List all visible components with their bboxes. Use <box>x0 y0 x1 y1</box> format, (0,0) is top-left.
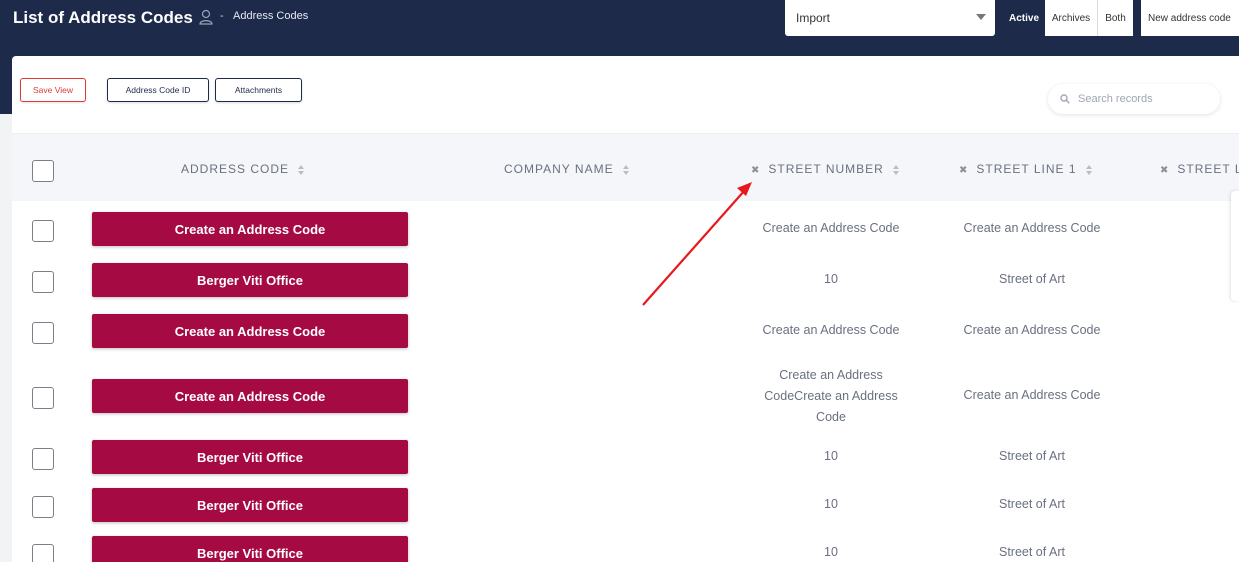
address-code-button[interactable]: Berger Viti Office <box>92 488 408 522</box>
new-address-code-button[interactable]: New address code <box>1141 0 1239 36</box>
column-label: STREET LI <box>1177 162 1239 176</box>
sort-icon[interactable] <box>1085 164 1093 175</box>
street-line-1-cell: Street of Art <box>998 272 1065 286</box>
street-line-1-cell: Street of Art <box>998 545 1065 559</box>
row-checkbox[interactable] <box>32 322 54 344</box>
street-line-1-cell: Create an Address Code <box>963 388 1101 402</box>
address-code-id-button[interactable]: Address Code ID <box>107 78 209 102</box>
filter-archives-button[interactable]: Archives <box>1045 0 1098 36</box>
chevron-down-icon <box>976 14 986 20</box>
sort-icon[interactable] <box>298 164 305 175</box>
attachments-button[interactable]: Attachments <box>215 78 302 102</box>
remove-column-icon[interactable]: ✖ <box>959 165 968 176</box>
filter-active-button[interactable]: Active <box>1003 0 1045 36</box>
select-all-checkbox[interactable] <box>32 160 54 182</box>
row-checkbox[interactable] <box>32 387 54 409</box>
address-code-button[interactable]: Create an Address Code <box>92 314 408 348</box>
sort-icon[interactable] <box>892 164 900 175</box>
user-icon[interactable] <box>198 9 214 25</box>
import-select[interactable]: Import <box>785 0 995 36</box>
search-icon <box>1060 94 1070 104</box>
sort-icon[interactable] <box>622 164 630 175</box>
street-number-cell: Create an Address CodeCreate an Address … <box>764 368 898 424</box>
breadcrumb-address-codes[interactable]: Address Codes <box>233 10 308 22</box>
page-title: List of Address Codes <box>13 8 193 27</box>
column-header-street-line-2[interactable]: ✖ STREET LI <box>1160 162 1239 176</box>
column-header-street-number[interactable]: ✖ STREET NUMBER <box>751 162 900 176</box>
column-header-address-code[interactable]: ADDRESS CODE <box>181 162 305 176</box>
breadcrumb-separator: - <box>220 10 224 22</box>
column-label: STREET LINE 1 <box>976 162 1077 176</box>
street-number-cell: Create an Address Code <box>762 323 900 337</box>
column-header-street-line-1[interactable]: ✖ STREET LINE 1 <box>959 162 1093 176</box>
street-number-cell: 10 <box>824 449 838 463</box>
remove-column-icon[interactable]: ✖ <box>1160 165 1169 176</box>
save-view-button[interactable]: Save View <box>20 78 86 102</box>
row-checkbox[interactable] <box>32 496 54 518</box>
column-settings-tab[interactable] <box>1231 191 1239 301</box>
remove-column-icon[interactable]: ✖ <box>751 165 760 176</box>
row-checkbox[interactable] <box>32 220 54 242</box>
address-code-button[interactable]: Create an Address Code <box>92 212 408 246</box>
address-code-button[interactable]: Berger Viti Office <box>92 263 408 297</box>
street-number-cell: 10 <box>824 497 838 511</box>
column-label: COMPANY NAME <box>504 162 614 176</box>
row-checkbox[interactable] <box>32 544 54 562</box>
address-code-button[interactable]: Berger Viti Office <box>92 536 408 562</box>
search-placeholder: Search records <box>1078 93 1153 105</box>
column-label: STREET NUMBER <box>768 162 884 176</box>
column-header-company-name[interactable]: COMPANY NAME <box>504 162 630 176</box>
search-input[interactable]: Search records <box>1048 84 1220 114</box>
street-number-cell: Create an Address Code <box>762 221 900 235</box>
street-number-cell: 10 <box>824 272 838 286</box>
import-select-value: Import <box>796 11 831 25</box>
street-number-cell: 10 <box>824 545 838 559</box>
street-line-1-cell: Street of Art <box>998 449 1065 463</box>
street-line-1-cell: Street of Art <box>998 497 1065 511</box>
address-code-button[interactable]: Create an Address Code <box>92 379 408 413</box>
column-label: ADDRESS CODE <box>181 162 290 176</box>
filter-both-button[interactable]: Both <box>1098 0 1133 36</box>
row-checkbox[interactable] <box>32 271 54 293</box>
street-line-1-cell: Create an Address Code <box>963 221 1101 235</box>
list-panel: Save View Address Code ID Attachments Se… <box>12 56 1239 562</box>
address-code-button[interactable]: Berger Viti Office <box>92 440 408 474</box>
street-line-1-cell: Create an Address Code <box>963 323 1101 337</box>
table-header: ADDRESS CODE COMPANY NAME ✖ STREET NUMBER… <box>12 133 1239 201</box>
row-checkbox[interactable] <box>32 448 54 470</box>
